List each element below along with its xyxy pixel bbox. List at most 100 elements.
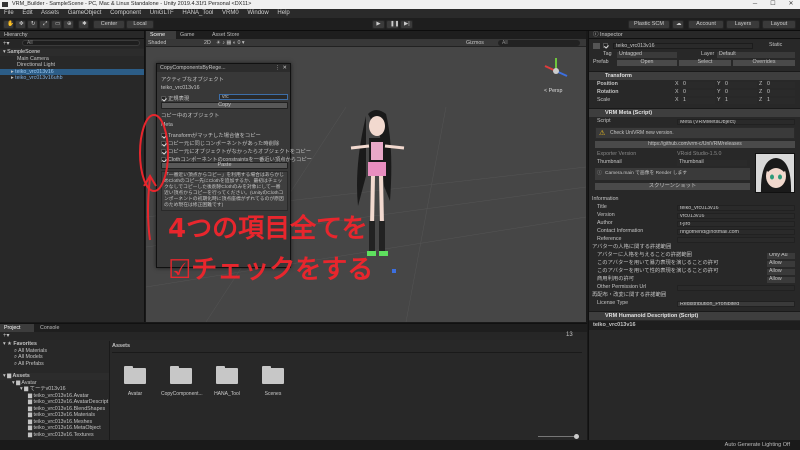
orientation-gizmo-icon[interactable] xyxy=(541,56,571,86)
object-active-checkbox[interactable] xyxy=(603,43,608,49)
pivot-center-button[interactable]: Center xyxy=(93,20,125,29)
tab-game[interactable]: Game xyxy=(176,31,206,39)
inspector-tab[interactable]: ⓘ Inspector xyxy=(589,31,800,39)
play-icon[interactable]: ▶ xyxy=(372,20,385,29)
menu-edit[interactable]: Edit xyxy=(22,10,32,16)
copy-button[interactable]: Copy xyxy=(161,102,288,109)
rotation-z-input[interactable]: 0 xyxy=(765,89,795,96)
tag-dropdown[interactable]: Untagged xyxy=(617,51,677,58)
reference-input[interactable] xyxy=(677,236,795,243)
menu-gameobject[interactable]: GameObject xyxy=(68,10,102,16)
custom-tool-icon[interactable]: ✱ xyxy=(78,20,89,29)
folder-icon[interactable] xyxy=(170,366,192,384)
perm-dropdown[interactable]: Allow xyxy=(767,276,795,283)
static-toggle[interactable]: Static xyxy=(769,42,782,49)
rotation-x-input[interactable]: 0 xyxy=(681,89,715,96)
author-input[interactable]: t-jiro xyxy=(677,220,795,227)
regex-input[interactable]: vrc xyxy=(219,94,288,100)
menu-dots-icon[interactable]: ⋮ xyxy=(275,64,280,72)
scale-y-input[interactable]: 1 xyxy=(723,97,757,104)
vrm-meta-header[interactable]: VRM Meta (Script) xyxy=(589,108,800,117)
pivot-local-button[interactable]: Local xyxy=(126,20,154,29)
pause-icon[interactable]: ❚❚ xyxy=(386,20,399,29)
scale-x-input[interactable]: 1 xyxy=(681,97,715,104)
move-tool-icon[interactable]: ✥ xyxy=(15,20,26,29)
hierarchy-row[interactable]: ▸ teiko_vrc013v16uhb xyxy=(0,75,144,82)
account-dropdown[interactable]: Account xyxy=(688,20,724,29)
regex-checkbox[interactable] xyxy=(161,96,166,102)
maximize-button[interactable]: ☐ xyxy=(764,0,782,9)
minimize-button[interactable]: ─ xyxy=(746,0,764,9)
rotation-y-input[interactable]: 0 xyxy=(723,89,757,96)
2d-toggle[interactable]: 2D xyxy=(204,40,211,46)
layers-dropdown[interactable]: Layers xyxy=(726,20,760,29)
scale-z-input[interactable]: 1 xyxy=(765,97,795,104)
dialog-titlebar[interactable]: CopyComponentsByRege... ⋮ ✕ xyxy=(157,64,290,72)
shading-dropdown[interactable]: Shaded xyxy=(148,40,166,46)
tree-item[interactable]: ▆ teiko_vrc013v16.Textures xyxy=(0,432,109,439)
scale-tool-icon[interactable]: ⤢ xyxy=(39,20,50,29)
information-foldout[interactable]: Information xyxy=(589,196,800,203)
screenshot-button[interactable]: スクリーンショット xyxy=(595,183,750,190)
perm-dropdown[interactable]: Allow xyxy=(767,260,795,267)
tab-asset-store[interactable]: Asset Store xyxy=(208,31,252,39)
other-perm-input[interactable] xyxy=(677,284,795,291)
hierarchy-search-input[interactable]: All xyxy=(22,40,140,46)
layout-dropdown[interactable]: Layout xyxy=(762,20,796,29)
menu-file[interactable]: File xyxy=(4,10,14,16)
fav-item[interactable]: ⌕ All Prefabs xyxy=(0,361,109,368)
create-icon[interactable]: +▾ xyxy=(3,332,10,339)
transform-header[interactable]: Transform xyxy=(589,71,800,80)
folder-icon[interactable] xyxy=(262,366,284,384)
script-field[interactable]: Meta (VRMMetaObject) xyxy=(677,118,795,125)
perm-dropdown[interactable]: Allow xyxy=(767,268,795,275)
menu-unigltf[interactable]: UniGLTF xyxy=(150,10,174,16)
lighting-toggle-icon[interactable]: ☀ ♪ ▦ ◐ 0 ▾ xyxy=(216,40,245,46)
hierarchy-tab[interactable]: Hierarchy xyxy=(0,31,144,39)
folder-icon[interactable] xyxy=(216,366,238,384)
rect-tool-icon[interactable]: ▭ xyxy=(51,20,62,29)
transform-tool-icon[interactable]: ⊕ xyxy=(63,20,74,29)
perspective-label[interactable]: < Persp xyxy=(544,88,562,94)
perm-dropdown[interactable]: Only Au xyxy=(767,252,795,259)
title-input[interactable]: teiko_vrc013v16 xyxy=(677,204,795,211)
dialog-close-icon[interactable]: ✕ xyxy=(283,64,287,72)
position-y-input[interactable]: 0 xyxy=(723,81,757,88)
folder-icon[interactable] xyxy=(124,366,146,384)
pivot-handle-icon[interactable] xyxy=(392,269,396,273)
project-breadcrumb[interactable]: Assets xyxy=(112,343,130,349)
menu-help[interactable]: Help xyxy=(277,10,289,16)
cloud-icon[interactable]: ☁ xyxy=(672,20,684,29)
github-link-button[interactable]: https://github.com/vrm-c/UniVRM/releases xyxy=(595,141,795,148)
tab-console[interactable]: Console xyxy=(36,324,70,332)
tab-project[interactable]: Project xyxy=(0,324,34,332)
menu-component[interactable]: Component xyxy=(110,10,141,16)
preview-footer[interactable]: teiko_vrc013v16 xyxy=(589,321,800,330)
slider-handle[interactable] xyxy=(574,434,579,439)
thumbnail-field[interactable]: Thumbnail xyxy=(677,159,747,166)
prefab-overrides-dropdown[interactable]: Overrides xyxy=(733,59,795,66)
scene-search-input[interactable]: All xyxy=(498,40,580,46)
close-button[interactable]: ✕ xyxy=(782,0,800,9)
menu-hana-tool[interactable]: HANA_Tool xyxy=(182,10,213,16)
position-z-input[interactable]: 0 xyxy=(765,81,795,88)
vrm-humanoid-header[interactable]: VRM Humanoid Description (Script) xyxy=(589,311,800,320)
tab-scene[interactable]: Scene xyxy=(146,31,176,39)
license-dropdown[interactable]: Redistribution_Prohibited xyxy=(677,300,795,307)
step-icon[interactable]: ▶| xyxy=(400,20,413,29)
prefab-open-button[interactable]: Open xyxy=(617,59,677,66)
paste-button[interactable]: Paste xyxy=(161,162,288,169)
permission-foldout[interactable]: アバターの人格に関する許諾範囲 xyxy=(589,244,800,251)
menu-vrm0[interactable]: VRM0 xyxy=(222,10,239,16)
menu-window[interactable]: Window xyxy=(247,10,268,16)
layer-dropdown[interactable]: Default xyxy=(717,51,795,58)
prefab-select-button[interactable]: Select xyxy=(679,59,731,66)
plastic-scm-button[interactable]: Plastic SCM xyxy=(628,20,670,29)
gizmos-dropdown[interactable]: Gizmos xyxy=(466,40,484,46)
object-name-input[interactable]: teiko_vrc013v16 xyxy=(613,42,753,49)
rotate-tool-icon[interactable]: ↻ xyxy=(27,20,38,29)
version-input[interactable]: vrc013v16 xyxy=(677,212,795,219)
menu-assets[interactable]: Assets xyxy=(41,10,59,16)
position-x-input[interactable]: 0 xyxy=(681,81,715,88)
icon-size-slider[interactable] xyxy=(538,436,578,437)
